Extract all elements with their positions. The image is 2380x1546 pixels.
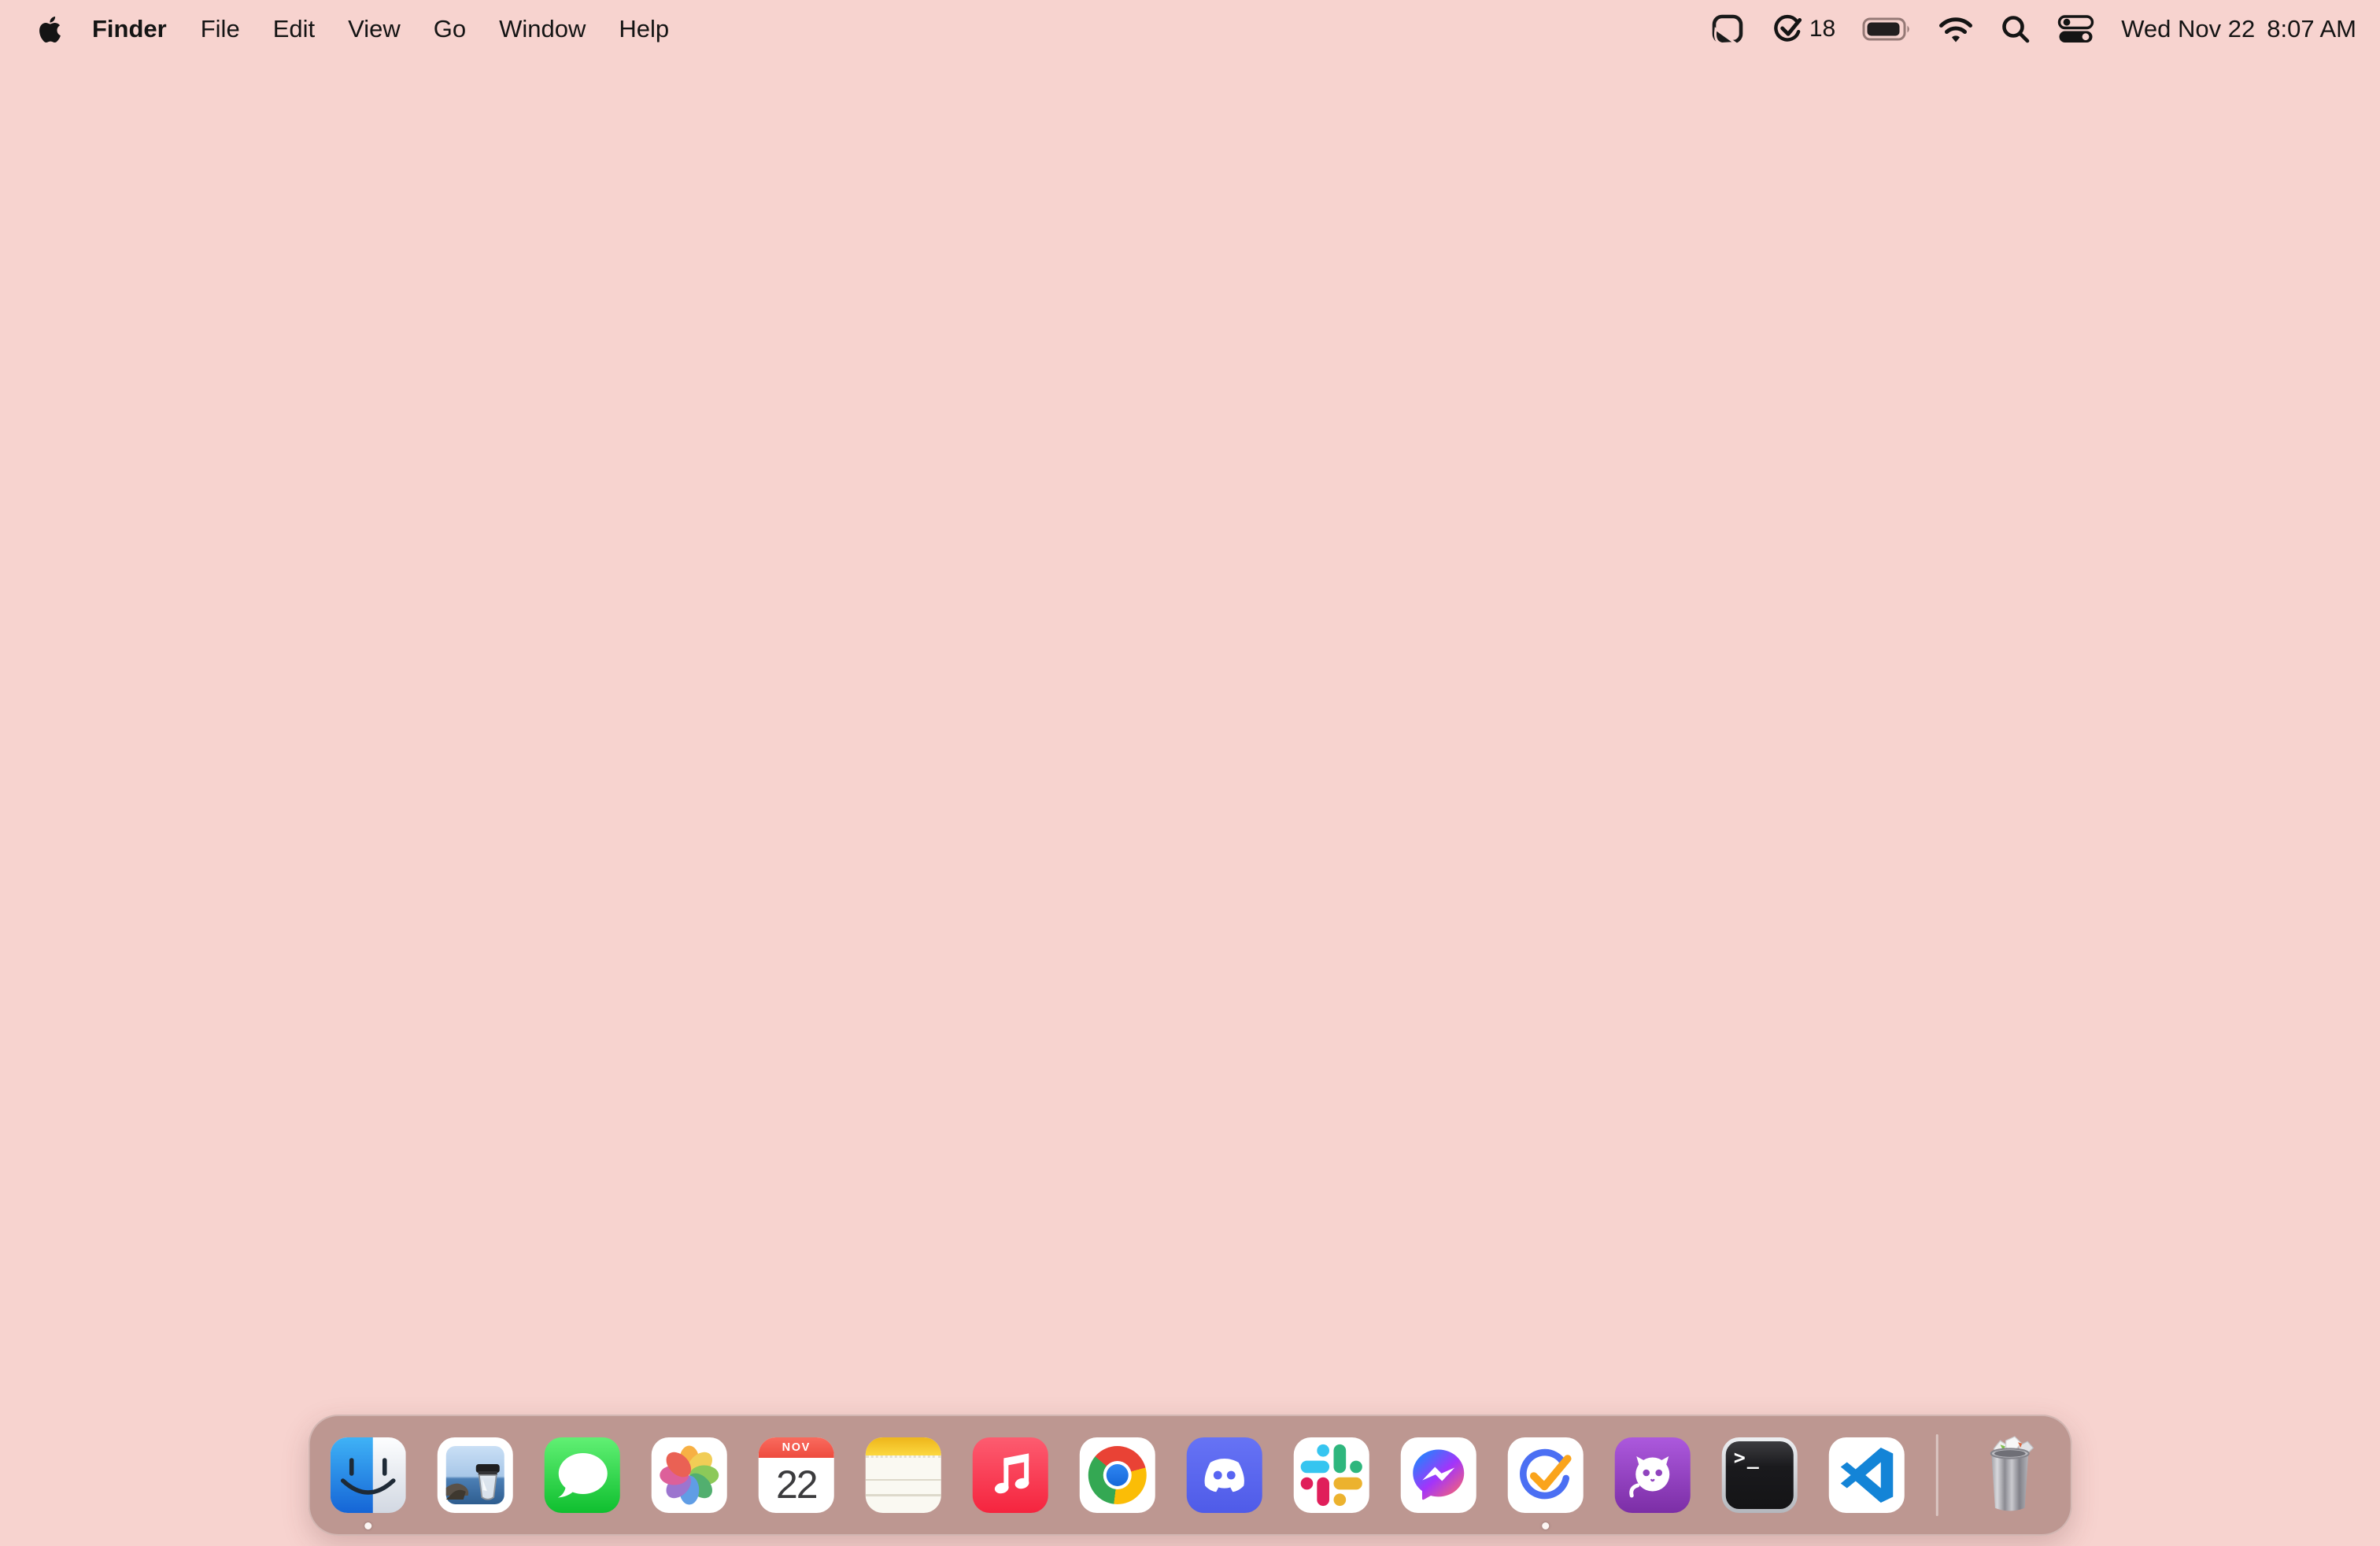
photos-icon	[651, 1437, 727, 1513]
vscode-icon	[1828, 1437, 1905, 1513]
trash-full-icon	[1990, 1436, 2034, 1511]
apple-icon	[39, 16, 61, 43]
github-icon	[1614, 1437, 1691, 1513]
wifi-menu-extra[interactable]	[1924, 15, 1987, 43]
dock-item-music[interactable]	[972, 1437, 1048, 1513]
menu-go[interactable]: Go	[417, 15, 482, 43]
control-center-icon	[2058, 15, 2094, 43]
dock-item-messages[interactable]	[544, 1437, 620, 1513]
calendar-month: NOV	[758, 1437, 834, 1458]
running-indicator	[364, 1522, 372, 1529]
messages-icon	[544, 1437, 620, 1513]
running-indicator	[1542, 1522, 1550, 1529]
menu-clock[interactable]: Wed Nov 22 8:07 AM	[2108, 15, 2380, 43]
finder-icon	[330, 1437, 406, 1513]
preview-icon	[437, 1437, 513, 1513]
menu-bar-status: 18 Wed Nov 22 8:07 AM	[1697, 11, 2380, 47]
control-center-menu-extra[interactable]	[2044, 15, 2108, 43]
calendar-day: 22	[775, 1462, 819, 1507]
sticker-peel-menu-extra[interactable]	[1697, 11, 1758, 47]
clock-date: Wed Nov 22	[2121, 15, 2256, 43]
menu-bar: Finder File Edit View Go Window Help 18	[0, 0, 2380, 58]
dock-item-preview[interactable]	[437, 1437, 513, 1513]
dock-item-ticktick[interactable]	[1507, 1437, 1584, 1529]
spotlight-menu-extra[interactable]	[1987, 14, 2044, 44]
notes-header	[865, 1437, 941, 1455]
apple-menu[interactable]	[30, 16, 70, 43]
battery-icon	[1862, 17, 1909, 41]
dock-divider	[1935, 1434, 1938, 1516]
messenger-icon	[1400, 1437, 1476, 1513]
notes-icon	[865, 1437, 941, 1513]
dock-item-github[interactable]	[1614, 1437, 1691, 1513]
dock: NOV 22 >_	[308, 1415, 2072, 1536]
menu-file[interactable]: File	[184, 15, 257, 43]
dock-item-photos[interactable]	[651, 1437, 727, 1513]
menu-window[interactable]: Window	[482, 15, 602, 43]
discord-icon	[1186, 1437, 1262, 1513]
chrome-icon	[1079, 1437, 1155, 1513]
menu-edit[interactable]: Edit	[257, 15, 331, 43]
dock-item-chrome[interactable]	[1079, 1437, 1155, 1513]
ticktick-icon	[1507, 1437, 1584, 1513]
clock-time: 8:07 AM	[2267, 15, 2356, 43]
terminal-icon: >_	[1721, 1437, 1798, 1513]
terminal-prompt-glyph: >_	[1733, 1446, 1761, 1469]
task-count-badge: 18	[1809, 16, 1836, 42]
menu-bar-left: Finder File Edit View Go Window Help	[0, 15, 686, 43]
desktop-wallpaper: Finder File Edit View Go Window Help 18	[0, 0, 2380, 1546]
music-icon	[972, 1437, 1048, 1513]
calendar-icon: NOV 22	[758, 1437, 834, 1513]
dock-item-slack[interactable]	[1293, 1437, 1369, 1513]
dock-item-messenger[interactable]	[1400, 1437, 1476, 1513]
ticktick-check-icon	[1774, 14, 1802, 42]
dock-item-calendar[interactable]: NOV 22	[758, 1437, 834, 1513]
dock-item-terminal[interactable]: >_	[1721, 1437, 1798, 1513]
dock-item-notes[interactable]	[865, 1437, 941, 1513]
wifi-icon	[1939, 17, 1973, 43]
slack-icon	[1293, 1437, 1369, 1513]
notes-paper	[865, 1455, 941, 1513]
menu-app-name[interactable]: Finder	[75, 15, 184, 43]
dock-item-trash[interactable]	[1969, 1433, 2049, 1518]
dock-item-finder[interactable]	[330, 1437, 406, 1529]
battery-menu-extra[interactable]	[1849, 17, 1924, 41]
ticktick-menu-extra[interactable]: 18	[1758, 13, 1849, 46]
spotlight-search-icon	[2002, 16, 2030, 43]
sticker-peel-icon	[1712, 14, 1743, 46]
dock-item-discord[interactable]	[1186, 1437, 1262, 1513]
dock-item-vscode[interactable]	[1828, 1437, 1905, 1513]
menu-view[interactable]: View	[331, 15, 417, 43]
menu-help[interactable]: Help	[602, 15, 686, 43]
